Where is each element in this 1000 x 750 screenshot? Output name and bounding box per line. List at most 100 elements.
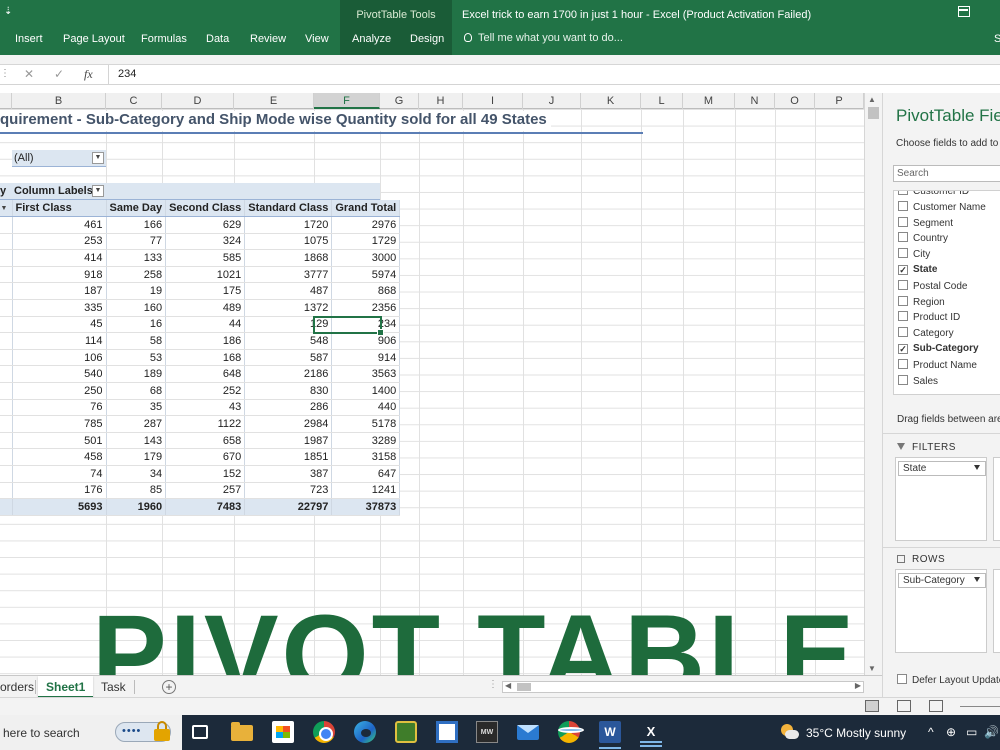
value-cell[interactable]: 489	[165, 299, 246, 317]
field-item[interactable]: Category	[898, 327, 954, 343]
column-header[interactable]: K	[581, 93, 641, 109]
value-cell[interactable]: 914	[331, 349, 401, 367]
column-header[interactable]: L	[641, 93, 683, 109]
value-cell[interactable]: 548	[244, 332, 333, 350]
value-cell[interactable]: 1720	[244, 216, 333, 234]
field-item[interactable]: Segment	[898, 216, 953, 233]
weather-icon[interactable]	[781, 724, 799, 740]
checkbox-icon[interactable]	[898, 311, 908, 322]
header-first-class[interactable]: First Class	[12, 200, 107, 218]
column-header-selected[interactable]: F	[314, 93, 380, 109]
value-cell[interactable]: 187	[12, 282, 107, 301]
total-cell[interactable]: 1960	[106, 498, 167, 516]
total-cell[interactable]: 7483	[165, 498, 246, 516]
tab-formulas[interactable]: Formulas	[141, 33, 187, 45]
insert-function-icon[interactable]: fx	[84, 67, 93, 82]
value-cell[interactable]: 868	[331, 282, 401, 301]
chevron-up-icon[interactable]: ^	[928, 725, 934, 739]
column-header[interactable]: N	[735, 93, 775, 109]
value-cell[interactable]: 1372	[244, 299, 333, 317]
value-cell[interactable]: 440	[331, 399, 401, 417]
field-item[interactable]: ✓ State	[898, 264, 937, 280]
value-cell[interactable]: 143	[106, 432, 167, 450]
values-drop-zone[interactable]	[993, 569, 1000, 653]
value-cell[interactable]: 458	[12, 448, 107, 466]
value-cell[interactable]: 1729	[331, 233, 401, 251]
value-cell[interactable]: 629	[165, 216, 246, 234]
mw-app-icon[interactable]: MW	[476, 721, 498, 743]
filter-dropdown-icon[interactable]: ▼	[92, 152, 104, 164]
checkbox-icon[interactable]	[898, 295, 908, 306]
value-cell[interactable]: 414	[12, 249, 107, 267]
hscroll-thumb[interactable]	[517, 683, 531, 691]
cancel-icon[interactable]: ✕	[24, 67, 34, 81]
mail-icon[interactable]	[517, 725, 539, 740]
value-cell[interactable]: 1075	[244, 233, 333, 251]
edge-icon[interactable]	[354, 721, 376, 743]
value-cell[interactable]: 1241	[331, 482, 401, 500]
row-label-cell[interactable]	[0, 249, 13, 267]
scroll-thumb[interactable]	[868, 107, 879, 119]
value-cell[interactable]: 1400	[331, 382, 401, 400]
task-view-icon[interactable]	[192, 725, 208, 739]
row-label-cell[interactable]	[0, 233, 13, 251]
volume-icon[interactable]: 🔊	[984, 725, 999, 739]
checkbox-icon[interactable]	[898, 327, 908, 338]
scroll-down-icon[interactable]: ▼	[868, 664, 876, 673]
field-item[interactable]: Sales	[898, 374, 938, 391]
value-cell[interactable]: 540	[12, 365, 107, 384]
window-app-icon[interactable]	[436, 721, 458, 743]
value-cell[interactable]: 189	[106, 365, 167, 384]
quick-access-arrow-icon[interactable]: ⇣	[4, 6, 12, 17]
row-label-cell[interactable]	[0, 482, 13, 500]
normal-view-icon[interactable]	[865, 700, 879, 712]
value-cell[interactable]: 152	[165, 465, 246, 483]
row-label-cell[interactable]	[0, 316, 13, 334]
excel-icon[interactable]: X	[640, 721, 662, 747]
value-cell[interactable]: 179	[106, 448, 167, 466]
value-cell[interactable]: 114	[12, 332, 107, 350]
tab-analyze[interactable]: Analyze	[352, 33, 391, 45]
total-cell[interactable]: 22797	[244, 498, 333, 516]
sheet-tab-sheet1[interactable]: Sheet1	[38, 676, 94, 698]
rows-drop-zone[interactable]: Sub-Category	[895, 569, 987, 653]
battery-icon[interactable]: ▭	[966, 725, 977, 739]
value-cell[interactable]: 3289	[331, 432, 401, 450]
value-cell[interactable]: 250	[12, 382, 107, 400]
column-header[interactable]: E	[234, 93, 314, 109]
value-cell[interactable]: 74	[12, 465, 107, 483]
value-cell[interactable]: 258	[106, 266, 167, 284]
pivot-table[interactable]: ▼ First Class Same Day Second Class Stan…	[0, 200, 401, 516]
sheet-tab-task[interactable]: Task	[93, 676, 134, 698]
value-cell[interactable]: 918	[12, 266, 107, 284]
row-label-cell[interactable]	[0, 299, 13, 317]
chrome-icon[interactable]	[313, 721, 335, 743]
sheet-title-cell[interactable]: quirement - Sub-Category and Ship Mode w…	[0, 111, 551, 131]
grand-total-label-cell[interactable]	[0, 498, 13, 516]
vertical-scrollbar[interactable]: ▲ ▼	[864, 93, 882, 675]
value-cell[interactable]: 44	[165, 316, 246, 334]
value-cell[interactable]: 647	[331, 465, 401, 483]
field-item[interactable]: City	[898, 248, 930, 264]
value-cell[interactable]: 1851	[244, 448, 333, 466]
page-break-view-icon[interactable]	[929, 700, 943, 712]
value-cell[interactable]: 2356	[331, 299, 401, 317]
row-labels-dropdown-icon[interactable]: ▼	[0, 204, 10, 216]
field-item[interactable]: Customer Name	[898, 200, 986, 217]
user-initial[interactable]: S	[994, 33, 1000, 45]
value-cell[interactable]: 252	[165, 382, 246, 400]
field-item[interactable]: Postal Code	[898, 279, 967, 296]
checked-checkbox-icon[interactable]: ✓	[898, 344, 908, 354]
value-cell[interactable]: 35	[106, 399, 167, 417]
taskbar-search-box[interactable]: here to search ••••	[0, 715, 182, 750]
tab-view[interactable]: View	[305, 33, 329, 45]
value-cell[interactable]: 2984	[244, 415, 333, 433]
value-cell[interactable]: 585	[165, 249, 246, 267]
tab-design[interactable]: Design	[410, 33, 444, 45]
value-cell[interactable]: 106	[12, 349, 107, 367]
tab-insert[interactable]: Insert	[15, 33, 43, 45]
checkbox-icon[interactable]	[898, 232, 908, 243]
formula-input[interactable]: 234	[118, 68, 136, 80]
total-cell[interactable]: 37873	[331, 498, 401, 516]
chrome-icon-active[interactable]	[558, 721, 584, 743]
